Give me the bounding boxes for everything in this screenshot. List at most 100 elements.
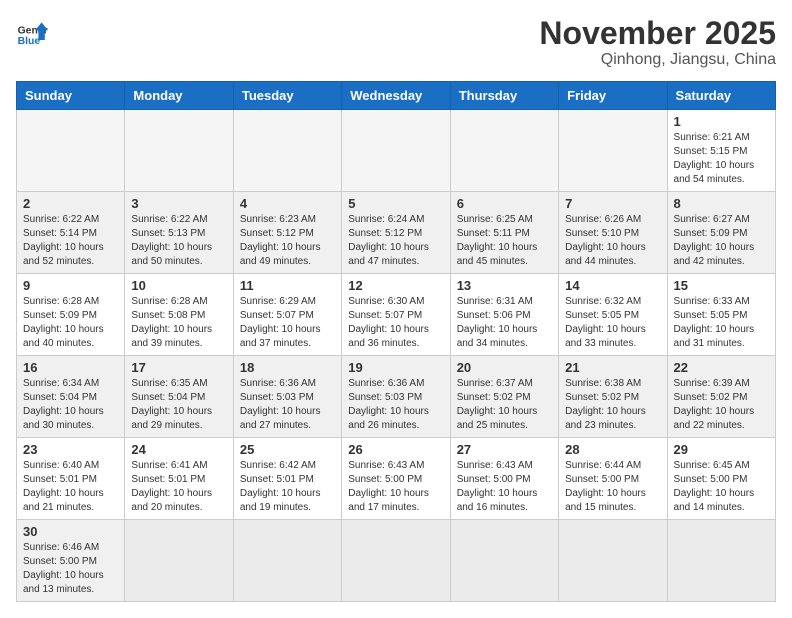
calendar-cell: 15 Sunrise: 6:33 AM Sunset: 5:05 PM Dayli… (667, 274, 775, 356)
day-number: 11 (240, 278, 335, 293)
day-number: 14 (565, 278, 660, 293)
day-info: Sunrise: 6:26 AM Sunset: 5:10 PM Dayligh… (565, 213, 660, 269)
calendar-cell: 22 Sunrise: 6:39 AM Sunset: 5:02 PM Dayli… (667, 356, 775, 438)
col-header-tuesday: Tuesday (233, 82, 341, 110)
day-number: 30 (23, 524, 118, 539)
day-info: Sunrise: 6:40 AM Sunset: 5:01 PM Dayligh… (23, 459, 118, 515)
day-info: Sunrise: 6:31 AM Sunset: 5:06 PM Dayligh… (457, 295, 552, 351)
day-number: 27 (457, 442, 552, 457)
calendar-cell: 8Sunrise: 6:27 AM Sunset: 5:09 PM Daylig… (667, 192, 775, 274)
day-number: 2 (23, 196, 118, 211)
calendar-cell: 24Sunrise: 6:41 AM Sunset: 5:01 PM Dayli… (125, 438, 233, 520)
day-info: Sunrise: 6:35 AM Sunset: 5:04 PM Dayligh… (131, 377, 226, 433)
calendar-cell: 20Sunrise: 6:37 AM Sunset: 5:02 PM Dayli… (450, 356, 558, 438)
day-number: 13 (457, 278, 552, 293)
col-header-saturday: Saturday (667, 82, 775, 110)
logo-icon: General Blue (16, 16, 48, 48)
day-info: Sunrise: 6:29 AM Sunset: 5:07 PM Dayligh… (240, 295, 335, 351)
day-number: 1 (674, 114, 769, 129)
day-number: 3 (131, 196, 226, 211)
day-info: Sunrise: 6:22 AM Sunset: 5:14 PM Dayligh… (23, 213, 118, 269)
calendar-week-1: 1 Sunrise: 6:21 AM Sunset: 5:15 PM Daylig… (17, 110, 776, 192)
calendar-cell: 21Sunrise: 6:38 AM Sunset: 5:02 PM Dayli… (559, 356, 667, 438)
day-info: Sunrise: 6:30 AM Sunset: 5:07 PM Dayligh… (348, 295, 443, 351)
svg-text:Blue: Blue (18, 36, 41, 47)
day-number: 10 (131, 278, 226, 293)
day-info: Sunrise: 6:23 AM Sunset: 5:12 PM Dayligh… (240, 213, 335, 269)
day-info: Sunrise: 6:44 AM Sunset: 5:00 PM Dayligh… (565, 459, 660, 515)
day-number: 17 (131, 360, 226, 375)
calendar-cell: 25 Sunrise: 6:42 AM Sunset: 5:01 PM Dayli… (233, 438, 341, 520)
location: Qinhong, Jiangsu, China (539, 51, 776, 69)
day-info: Sunrise: 6:42 AM Sunset: 5:01 PM Dayligh… (240, 459, 335, 515)
calendar-cell (450, 520, 558, 602)
day-number: 23 (23, 442, 118, 457)
calendar: SundayMondayTuesdayWednesdayThursdayFrid… (16, 81, 776, 602)
calendar-cell (342, 520, 450, 602)
day-info: Sunrise: 6:43 AM Sunset: 5:00 PM Dayligh… (457, 459, 552, 515)
day-number: 19 (348, 360, 443, 375)
calendar-cell (342, 110, 450, 192)
calendar-cell: 7 Sunrise: 6:26 AM Sunset: 5:10 PM Daylig… (559, 192, 667, 274)
calendar-cell: 6Sunrise: 6:25 AM Sunset: 5:11 PM Daylig… (450, 192, 558, 274)
calendar-header-row: SundayMondayTuesdayWednesdayThursdayFrid… (17, 82, 776, 110)
calendar-cell: 12 Sunrise: 6:30 AM Sunset: 5:07 PM Dayli… (342, 274, 450, 356)
day-info: Sunrise: 6:36 AM Sunset: 5:03 PM Dayligh… (348, 377, 443, 433)
day-info: Sunrise: 6:22 AM Sunset: 5:13 PM Dayligh… (131, 213, 226, 269)
title-block: November 2025 Qinhong, Jiangsu, China (539, 16, 776, 69)
day-info: Sunrise: 6:34 AM Sunset: 5:04 PM Dayligh… (23, 377, 118, 433)
col-header-thursday: Thursday (450, 82, 558, 110)
calendar-cell: 13 Sunrise: 6:31 AM Sunset: 5:06 PM Dayli… (450, 274, 558, 356)
calendar-cell: 17 Sunrise: 6:35 AM Sunset: 5:04 PM Dayli… (125, 356, 233, 438)
day-info: Sunrise: 6:28 AM Sunset: 5:09 PM Dayligh… (23, 295, 118, 351)
day-number: 28 (565, 442, 660, 457)
day-info: Sunrise: 6:21 AM Sunset: 5:15 PM Dayligh… (674, 131, 769, 187)
day-info: Sunrise: 6:41 AM Sunset: 5:01 PM Dayligh… (131, 459, 226, 515)
calendar-week-6: 30Sunrise: 6:46 AM Sunset: 5:00 PM Dayli… (17, 520, 776, 602)
calendar-cell: 9 Sunrise: 6:28 AM Sunset: 5:09 PM Daylig… (17, 274, 125, 356)
calendar-cell (450, 110, 558, 192)
calendar-cell: 23 Sunrise: 6:40 AM Sunset: 5:01 PM Dayli… (17, 438, 125, 520)
day-info: Sunrise: 6:45 AM Sunset: 5:00 PM Dayligh… (674, 459, 769, 515)
calendar-cell: 27 Sunrise: 6:43 AM Sunset: 5:00 PM Dayli… (450, 438, 558, 520)
day-info: Sunrise: 6:43 AM Sunset: 5:00 PM Dayligh… (348, 459, 443, 515)
calendar-cell (667, 520, 775, 602)
day-info: Sunrise: 6:28 AM Sunset: 5:08 PM Dayligh… (131, 295, 226, 351)
day-number: 15 (674, 278, 769, 293)
day-number: 7 (565, 196, 660, 211)
calendar-cell: 1 Sunrise: 6:21 AM Sunset: 5:15 PM Daylig… (667, 110, 775, 192)
calendar-cell: 14Sunrise: 6:32 AM Sunset: 5:05 PM Dayli… (559, 274, 667, 356)
col-header-sunday: Sunday (17, 82, 125, 110)
col-header-friday: Friday (559, 82, 667, 110)
calendar-cell: 28 Sunrise: 6:44 AM Sunset: 5:00 PM Dayli… (559, 438, 667, 520)
calendar-cell (559, 520, 667, 602)
col-header-wednesday: Wednesday (342, 82, 450, 110)
calendar-cell: 29Sunrise: 6:45 AM Sunset: 5:00 PM Dayli… (667, 438, 775, 520)
day-number: 6 (457, 196, 552, 211)
calendar-cell: 11 Sunrise: 6:29 AM Sunset: 5:07 PM Dayli… (233, 274, 341, 356)
day-number: 25 (240, 442, 335, 457)
calendar-cell: 30Sunrise: 6:46 AM Sunset: 5:00 PM Dayli… (17, 520, 125, 602)
calendar-cell: 16 Sunrise: 6:34 AM Sunset: 5:04 PM Dayli… (17, 356, 125, 438)
calendar-cell (233, 520, 341, 602)
day-number: 18 (240, 360, 335, 375)
calendar-cell: 4Sunrise: 6:23 AM Sunset: 5:12 PM Daylig… (233, 192, 341, 274)
day-number: 12 (348, 278, 443, 293)
day-number: 16 (23, 360, 118, 375)
day-number: 9 (23, 278, 118, 293)
calendar-cell: 5Sunrise: 6:24 AM Sunset: 5:12 PM Daylig… (342, 192, 450, 274)
day-info: Sunrise: 6:39 AM Sunset: 5:02 PM Dayligh… (674, 377, 769, 433)
day-number: 22 (674, 360, 769, 375)
calendar-cell (125, 110, 233, 192)
calendar-cell (17, 110, 125, 192)
day-info: Sunrise: 6:36 AM Sunset: 5:03 PM Dayligh… (240, 377, 335, 433)
calendar-cell (559, 110, 667, 192)
calendar-cell: 2 Sunrise: 6:22 AM Sunset: 5:14 PM Daylig… (17, 192, 125, 274)
calendar-cell: 10 Sunrise: 6:28 AM Sunset: 5:08 PM Dayli… (125, 274, 233, 356)
day-info: Sunrise: 6:33 AM Sunset: 5:05 PM Dayligh… (674, 295, 769, 351)
day-info: Sunrise: 6:38 AM Sunset: 5:02 PM Dayligh… (565, 377, 660, 433)
day-number: 26 (348, 442, 443, 457)
calendar-week-5: 23 Sunrise: 6:40 AM Sunset: 5:01 PM Dayli… (17, 438, 776, 520)
calendar-cell: 18 Sunrise: 6:36 AM Sunset: 5:03 PM Dayli… (233, 356, 341, 438)
day-number: 5 (348, 196, 443, 211)
